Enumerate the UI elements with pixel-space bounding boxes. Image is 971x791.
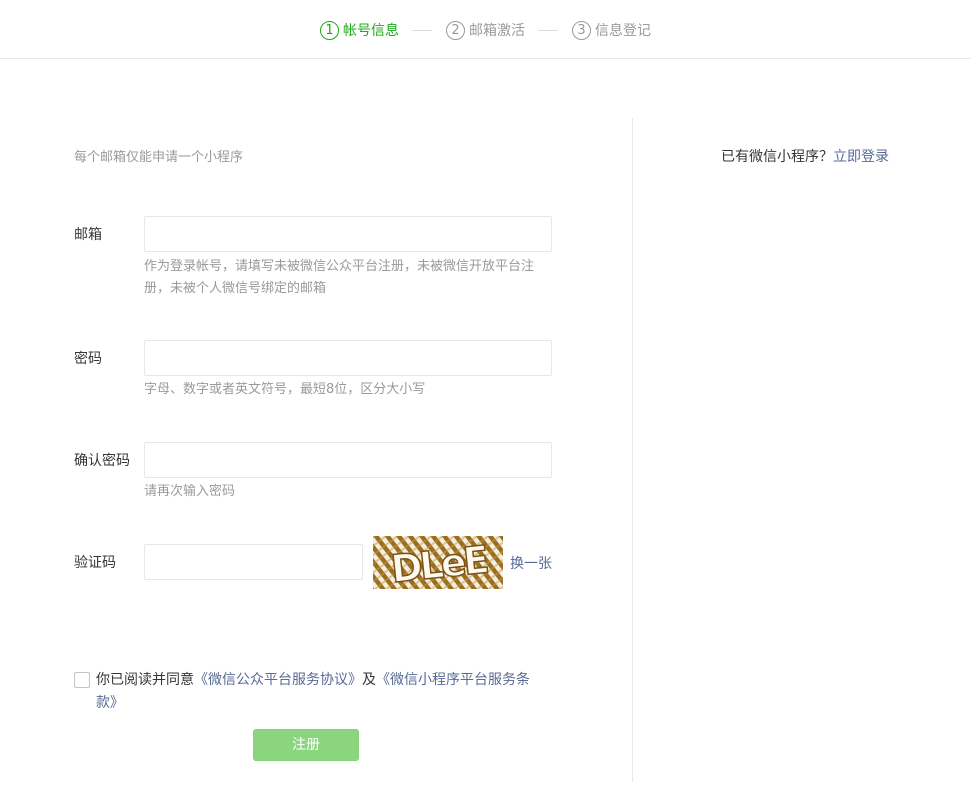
password-hint: 字母、数字或者英文符号，最短8位，区分大小写 <box>144 382 426 397</box>
captcha-image[interactable]: DLeE <box>373 536 503 589</box>
confirm-password-label: 确认密码 <box>74 453 130 469</box>
agreement-prefix: 你已阅读并同意 <box>96 672 194 688</box>
form-tip: 每个邮箱仅能申请一个小程序 <box>74 150 244 165</box>
captcha-text: DLeE <box>389 537 490 589</box>
register-button[interactable]: 注册 <box>253 729 359 761</box>
password-field[interactable] <box>144 340 552 376</box>
password-label: 密码 <box>74 351 102 367</box>
step-number: 2 <box>446 20 465 40</box>
captcha-graphic: DLeE <box>373 536 503 589</box>
column-divider <box>632 118 633 782</box>
login-prompt: 已有微信小程序？立即登录 <box>721 146 889 166</box>
step-label: 信息登记 <box>595 23 651 39</box>
email-label: 邮箱 <box>74 227 102 243</box>
step-label: 邮箱激活 <box>469 23 525 39</box>
login-question: 已有微信小程序？ <box>721 149 833 165</box>
email-field[interactable] <box>144 216 552 252</box>
login-link[interactable]: 立即登录 <box>833 149 889 165</box>
captcha-input[interactable] <box>144 544 363 580</box>
step-email-activation: 2 邮箱激活 <box>446 20 525 40</box>
step-info-registration: 3 信息登记 <box>572 20 651 40</box>
service-agreement-link[interactable]: 《微信公众平台服务协议》 <box>194 672 362 688</box>
step-label: 帐号信息 <box>343 23 399 39</box>
agreement-text: 你已阅读并同意《微信公众平台服务协议》及《微信小程序平台服务条款》 <box>96 669 536 715</box>
email-hint: 作为登录帐号，请填写未被微信公众平台注册，未被微信开放平台注册，未被个人微信号绑… <box>144 259 535 296</box>
captcha-refresh-link[interactable]: 换一张 <box>510 553 552 573</box>
step-number: 3 <box>572 20 591 40</box>
step-separator <box>412 30 432 31</box>
agreement-conjunction: 及 <box>362 672 376 688</box>
agreement-checkbox[interactable] <box>74 672 90 688</box>
step-indicator: 1 帐号信息 2 邮箱激活 3 信息登记 <box>0 0 971 59</box>
step-number: 1 <box>320 20 339 40</box>
confirm-password-field[interactable] <box>144 442 552 478</box>
step-separator <box>538 30 558 31</box>
captcha-label: 验证码 <box>74 555 116 571</box>
step-account-info: 1 帐号信息 <box>320 20 399 40</box>
confirm-password-hint: 请再次输入密码 <box>144 484 236 499</box>
